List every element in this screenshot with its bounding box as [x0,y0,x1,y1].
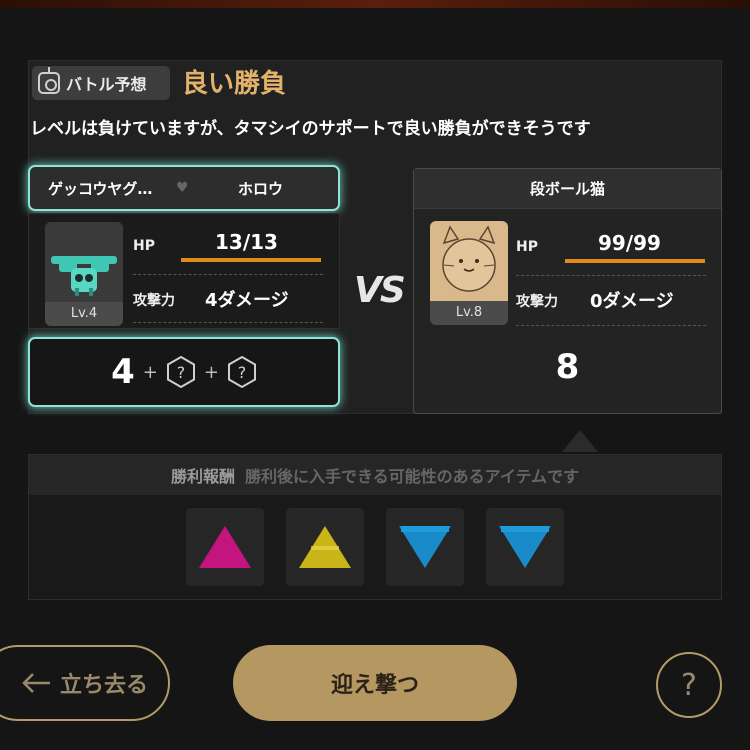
reward-item-slot[interactable] [186,508,264,586]
player-card: ゲッコウヤグ… ♥ ホロウ Lv.4 HP 13/13 攻撃力 4ダメージ 4 … [28,165,340,410]
prediction-description: レベルは負けていますが、タマシイのサポートで良い勝負ができそうです [30,119,591,139]
player-attack-label: 攻撃力 [133,293,175,309]
divider [516,275,706,276]
enemy-avatar[interactable]: Lv.8 [430,221,508,325]
enemy-name: 段ボール猫 [414,169,721,209]
enemy-level: Lv.8 [430,301,508,325]
blue-down-triangle-icon [499,526,551,568]
leave-button[interactable]: 立ち去る [0,645,170,721]
intercept-button-label: 迎え撃つ [330,673,419,698]
enemy-hp-value: 99/99 [598,231,661,255]
blue-down-triangle-icon [399,526,451,568]
help-button[interactable]: ? [656,652,722,718]
prediction-result-title: 良い勝負 [182,69,287,99]
pointer-arrow [562,430,598,452]
arrow-left-icon [22,673,50,693]
divider [133,322,323,323]
enemy-hp-bar [565,259,705,263]
enemy-card: 段ボール猫 Lv.8 HP 99/99 攻撃力 0ダメージ 8 [413,168,722,414]
battle-prediction-chip: バトル予想 [32,66,170,100]
plus-sign: + [142,361,158,383]
player-hp-value: 13/13 [215,230,278,254]
leave-button-label: 立ち去る [59,673,148,698]
player-attack-value: 4ダメージ [205,290,289,311]
player-level: Lv.4 [45,302,123,326]
enemy-hp-label: HP [516,239,538,255]
enemy-attack-value: 0ダメージ [590,291,674,312]
yellow-up-triangle-icon [299,526,351,568]
svg-text:?: ? [238,363,247,382]
magenta-up-triangle-icon [199,526,251,568]
player-avatar[interactable]: Lv.4 [45,222,123,326]
player-power-sum: 4 + ? + ? [28,337,340,407]
partner-name: ホロウ [238,179,284,198]
svg-text:?: ? [177,363,186,382]
robot-icon [38,67,60,94]
reward-item-slot[interactable] [386,508,464,586]
reward-header: 勝利報酬 勝利後に入手できる可能性のあるアイテムです [29,455,721,495]
player-stats: Lv.4 HP 13/13 攻撃力 4ダメージ [28,213,340,329]
enemy-attack-label: 攻撃力 [516,294,558,310]
divider [516,325,706,326]
question-icon: ? [681,667,697,703]
prediction-chip-label: バトル予想 [66,75,147,94]
unknown-hex-icon: ? [227,355,256,389]
robot-character-icon [45,222,123,302]
player-name: ゲッコウヤグ… [48,179,153,198]
divider [133,274,323,275]
cardboard-cat-icon [430,221,508,301]
player-hp-bar [181,258,321,262]
plus-sign: + [203,361,219,383]
reward-subtitle: 勝利後に入手できる可能性のあるアイテムです [244,467,580,486]
enemy-power: 8 [555,347,580,387]
player-power: 4 [111,352,135,392]
reward-item-slot[interactable] [486,508,564,586]
versus-label: VS [354,270,406,311]
unknown-hex-icon: ? [166,355,195,389]
player-name-bar[interactable]: ゲッコウヤグ… ♥ ホロウ [28,165,340,211]
reward-item-slot[interactable] [286,508,364,586]
reward-title: 勝利報酬 [170,467,235,486]
intercept-button[interactable]: 迎え撃つ [233,645,517,721]
player-hp-label: HP [133,238,155,254]
reward-section: 勝利報酬 勝利後に入手できる可能性のあるアイテムです [28,454,722,600]
top-border [0,0,750,8]
heart-icon: ♥ [176,180,189,196]
